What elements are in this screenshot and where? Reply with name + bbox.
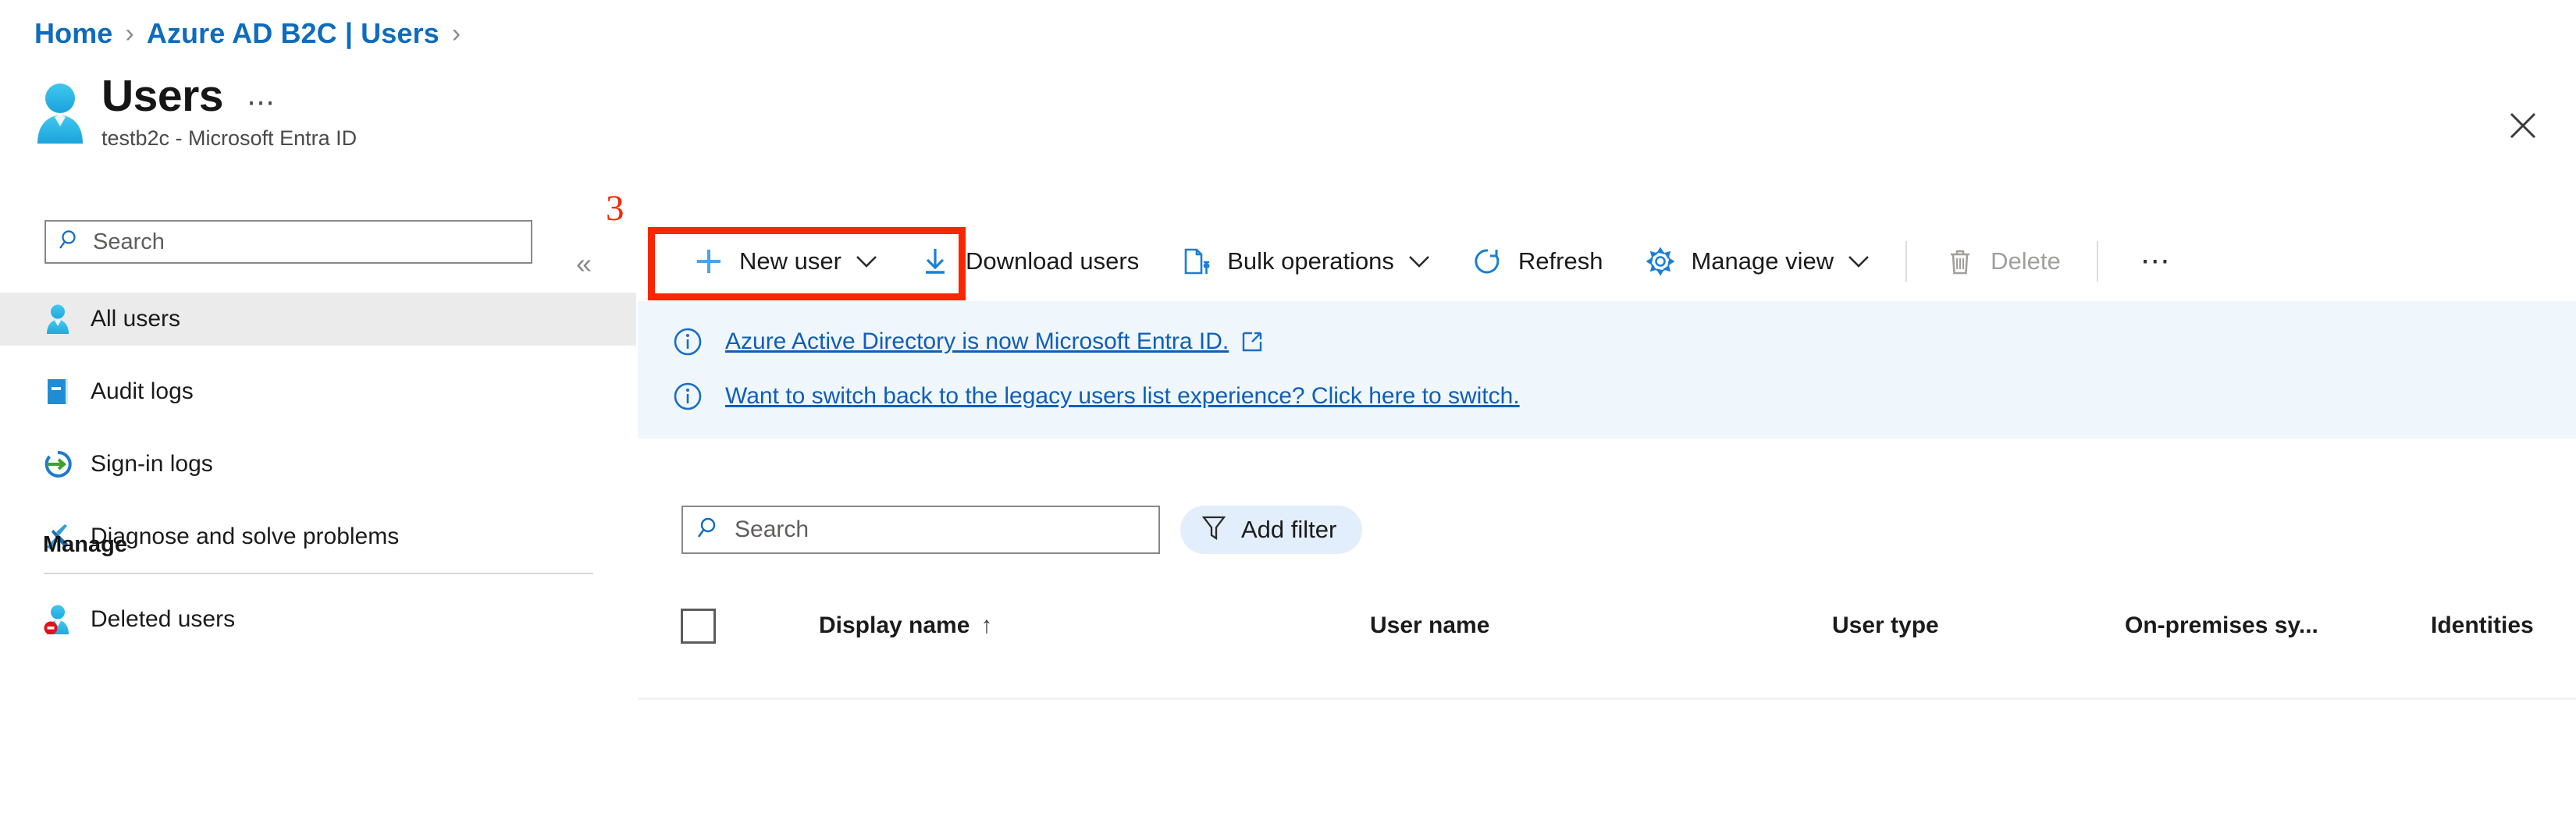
- filter-row: Search Add filter: [681, 506, 1363, 554]
- info-banner-entra[interactable]: Azure Active Directory is now Microsoft …: [638, 320, 2576, 364]
- manage-view-button[interactable]: Manage view: [1643, 226, 1870, 296]
- table-header-row: Display name ↑ User name User type On-pr…: [638, 595, 2576, 657]
- column-header-user-type[interactable]: User type: [1832, 612, 1939, 639]
- page-header: Users ⋯ testb2c - Microsoft Entra ID: [33, 72, 357, 151]
- breadcrumb: Home › Azure AD B2C | Users ›: [34, 17, 473, 50]
- column-header-label: User type: [1832, 612, 1939, 638]
- close-icon[interactable]: [2503, 105, 2543, 146]
- breadcrumb-separator-icon: ›: [125, 18, 134, 48]
- sidebar-collapse-icon[interactable]: «: [576, 250, 592, 278]
- breadcrumb-item-home[interactable]: Home: [34, 17, 112, 50]
- page-subtitle: testb2c - Microsoft Entra ID: [101, 126, 358, 150]
- sidebar-search-placeholder: Search: [93, 229, 165, 254]
- delete-button[interactable]: Delete: [1943, 226, 2061, 296]
- delete-label: Delete: [1991, 247, 2061, 275]
- add-filter-button[interactable]: Add filter: [1180, 506, 1363, 554]
- download-users-label: Download users: [965, 247, 1140, 275]
- sidebar-item-label: All users: [91, 306, 181, 332]
- refresh-label: Refresh: [1517, 247, 1603, 275]
- download-icon: [918, 247, 952, 275]
- search-input[interactable]: Search: [681, 506, 1160, 554]
- page-more-menu-icon[interactable]: ⋯: [247, 88, 277, 116]
- chevron-down-icon: [1408, 254, 1430, 268]
- column-header-label: User name: [1370, 612, 1490, 638]
- new-user-label: New user: [739, 247, 841, 275]
- sidebar-divider: [44, 573, 593, 574]
- table-divider: [638, 698, 2576, 700]
- sidebar-item-label: Audit logs: [91, 378, 194, 404]
- user-icon: [41, 304, 75, 334]
- book-icon: [41, 378, 75, 406]
- external-link-icon[interactable]: [1241, 331, 1263, 353]
- annotation-step-number: 3: [606, 188, 624, 229]
- command-toolbar: New user Download users Bulk operations …: [656, 226, 2173, 296]
- chevron-down-icon: [1848, 254, 1870, 268]
- toolbar-divider: [1905, 241, 1908, 282]
- info-icon: [673, 327, 703, 357]
- info-banner-legacy-switch[interactable]: Want to switch back to the legacy users …: [638, 375, 2576, 418]
- deleted-user-icon: [41, 605, 75, 634]
- add-filter-label: Add filter: [1241, 516, 1337, 543]
- gear-icon: [1643, 247, 1678, 275]
- refresh-icon: [1471, 247, 1505, 275]
- plus-icon: [692, 247, 726, 275]
- sidebar-item-sign-in-logs[interactable]: Sign-in logs: [0, 438, 636, 491]
- column-header-label: Identities: [2431, 612, 2534, 638]
- refresh-button[interactable]: Refresh: [1471, 226, 1603, 296]
- search-icon: [59, 229, 82, 256]
- sidebar-item-label: Deleted users: [91, 606, 236, 632]
- column-header-label: On-premises sy...: [2125, 612, 2318, 638]
- sort-ascending-icon: ↑: [980, 612, 993, 638]
- sidebar-item-audit-logs[interactable]: Audit logs: [0, 365, 636, 418]
- info-banner-group: Azure Active Directory is now Microsoft …: [638, 301, 2576, 438]
- sidebar-search-input[interactable]: Search: [44, 220, 532, 264]
- filter-icon: [1201, 515, 1229, 545]
- toolbar-overflow-icon[interactable]: ⋯: [2140, 247, 2173, 276]
- sign-in-icon: [41, 450, 75, 478]
- download-users-button[interactable]: Download users: [918, 226, 1139, 296]
- chevron-down-icon: [856, 254, 877, 268]
- info-icon: [673, 382, 703, 411]
- toolbar-divider-2: [2096, 241, 2098, 282]
- new-user-button[interactable]: New user: [656, 226, 877, 296]
- page-title: Users: [101, 71, 223, 121]
- trash-icon: [1943, 247, 1977, 275]
- bulk-operations-button[interactable]: Bulk operations: [1179, 226, 1430, 296]
- sidebar-group-label-manage: Manage: [43, 532, 127, 557]
- breadcrumb-separator-icon-2: ›: [451, 18, 461, 48]
- search-placeholder: Search: [735, 517, 809, 542]
- sidebar-item-label: Diagnose and solve problems: [91, 524, 400, 549]
- column-header-identities[interactable]: Identities: [2431, 612, 2534, 639]
- search-icon: [697, 516, 722, 545]
- column-header-user-name[interactable]: User name: [1370, 612, 1489, 639]
- column-header-display-name[interactable]: Display name ↑: [819, 612, 992, 639]
- banner-link-legacy-switch[interactable]: Want to switch back to the legacy users …: [725, 383, 1520, 410]
- sidebar-item-deleted-users[interactable]: Deleted users: [0, 593, 636, 646]
- column-header-label: Display name: [819, 612, 970, 638]
- sidebar: Search All users Audit logs Sign-in logs…: [0, 220, 636, 813]
- bulk-operations-icon: [1179, 247, 1214, 275]
- user-avatar-icon: [33, 83, 87, 144]
- select-all-checkbox[interactable]: [681, 608, 716, 644]
- breadcrumb-item-azure-ad-b2c-users[interactable]: Azure AD B2C | Users: [147, 17, 439, 50]
- column-header-on-premises-sync[interactable]: On-premises sy...: [2125, 612, 2318, 639]
- bulk-operations-label: Bulk operations: [1227, 247, 1394, 275]
- manage-view-label: Manage view: [1691, 247, 1834, 275]
- sidebar-item-all-users[interactable]: All users: [0, 293, 636, 346]
- banner-link-entra[interactable]: Azure Active Directory is now Microsoft …: [725, 328, 1229, 355]
- sidebar-item-label: Sign-in logs: [91, 451, 213, 477]
